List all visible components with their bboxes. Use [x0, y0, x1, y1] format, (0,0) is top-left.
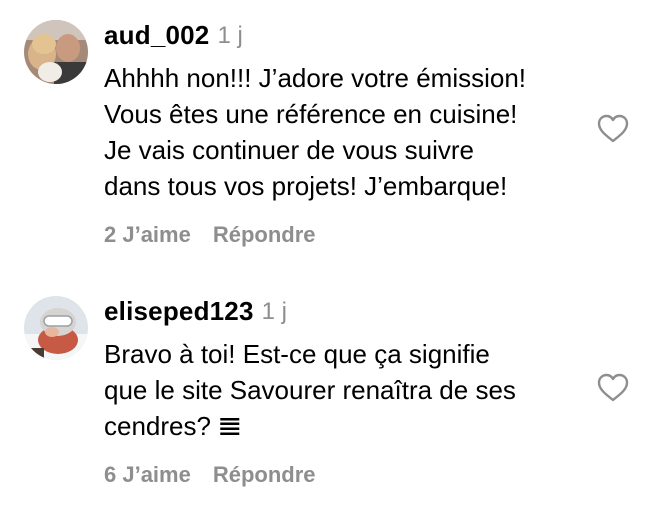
heart-outline-icon[interactable]: [597, 373, 629, 403]
heart-outline-icon[interactable]: [597, 114, 629, 144]
reply-button[interactable]: Répondre: [213, 222, 316, 247]
avatar-photo: [24, 296, 88, 360]
comment-actions: 2 J’aime Répondre: [104, 222, 316, 248]
reply-button[interactable]: Répondre: [213, 462, 316, 487]
avatar[interactable]: [24, 296, 88, 360]
likes-count[interactable]: 6 J’aime: [104, 462, 191, 487]
comment-text: Ahhhh non!!! J’adore votre émission! Vou…: [104, 63, 527, 201]
likes-count[interactable]: 2 J’aime: [104, 222, 191, 247]
comment-text: Bravo à toi! Est-ce que ça signifie que …: [104, 339, 516, 441]
avatar-photo: [24, 20, 88, 84]
comment-username[interactable]: eliseped123: [104, 296, 254, 326]
comment-actions: 6 J’aime Répondre: [104, 462, 316, 488]
comment-timestamp: 1 j: [217, 21, 243, 49]
comment-username[interactable]: aud_002: [104, 20, 209, 50]
comment-timestamp: 1 j: [261, 297, 287, 325]
avatar[interactable]: [24, 20, 88, 84]
